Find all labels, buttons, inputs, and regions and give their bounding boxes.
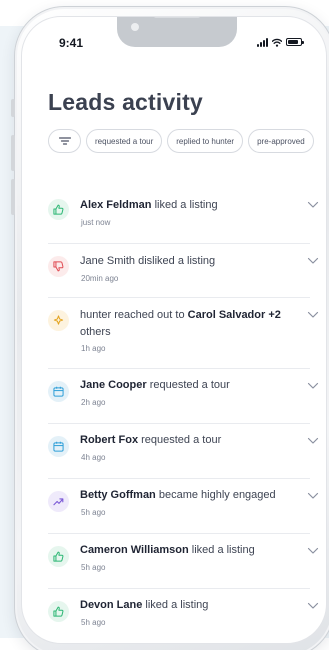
- phone-screen: 9:41 Leads activity requested a tour rep…: [21, 16, 327, 644]
- activity-time: 1h ago: [81, 344, 106, 353]
- cellular-signal-icon: [257, 37, 268, 47]
- activity-time: just now: [81, 218, 111, 227]
- activity-icon-badge: [48, 310, 69, 331]
- activity-item[interactable]: hunter reached out to Carol Salvador +2 …: [48, 298, 319, 369]
- activity-item[interactable]: Jane Smith disliked a listing 20min ago: [48, 244, 319, 298]
- activity-list: Alex Feldman liked a listing just now Ja…: [48, 177, 319, 643]
- speaker-grille: [154, 17, 200, 18]
- activity-item[interactable]: Jane Cooper requested a tour 2h ago: [48, 369, 319, 424]
- volume-up-button: [11, 135, 15, 171]
- activity-text: Robert Fox requested a tour: [80, 434, 222, 446]
- activity-time: 2h ago: [81, 398, 106, 407]
- activity-item[interactable]: Robert Fox requested a tour 4h ago: [48, 424, 319, 479]
- activity-time: 5h ago: [81, 563, 106, 572]
- activity-time: 5h ago: [81, 618, 106, 627]
- chevron-down-icon[interactable]: [307, 257, 319, 265]
- chevron-down-icon[interactable]: [307, 492, 319, 500]
- activity-text: Jane Smith disliked a listing: [80, 255, 216, 267]
- calendar-icon: [53, 386, 64, 397]
- calendar-icon: [53, 441, 64, 452]
- activity-time: 4h ago: [81, 453, 106, 462]
- chevron-down-icon[interactable]: [307, 311, 319, 319]
- activity-icon-badge: [48, 436, 69, 457]
- wifi-icon: [272, 38, 282, 47]
- activity-item[interactable]: Devon Lane liked a listing 5h ago: [48, 589, 319, 643]
- volume-down-button: [11, 179, 15, 215]
- activity-item[interactable]: Betty Goffman became highly engaged 5h a…: [48, 479, 319, 534]
- chevron-down-icon[interactable]: [307, 547, 319, 555]
- activity-icon-badge: [48, 199, 69, 220]
- thumbs-up-icon: [53, 606, 64, 617]
- activity-time: 20min ago: [81, 274, 119, 283]
- filter-button[interactable]: [48, 129, 81, 153]
- activity-icon-badge: [48, 601, 69, 622]
- filter-chip-requested-tour[interactable]: requested a tour: [86, 129, 163, 153]
- filter-icon: [58, 137, 71, 145]
- activity-item[interactable]: Cameron Williamson liked a listing 5h ag…: [48, 534, 319, 589]
- activity-text: Devon Lane liked a listing: [80, 599, 209, 611]
- page-title: Leads activity: [48, 89, 203, 115]
- activity-text: hunter reached out to Carol Salvador +2 …: [80, 309, 281, 338]
- activity-text: Jane Cooper requested a tour: [80, 379, 230, 391]
- activity-text: Cameron Williamson liked a listing: [80, 544, 255, 556]
- activity-time: 5h ago: [81, 508, 106, 517]
- battery-icon: [286, 38, 304, 46]
- filter-chip-pre-approved[interactable]: pre-approved: [248, 129, 314, 153]
- activity-text: Betty Goffman became highly engaged: [80, 489, 276, 501]
- notch: [117, 17, 237, 47]
- chevron-down-icon[interactable]: [307, 602, 319, 610]
- filter-chip-replied-to-hunter[interactable]: replied to hunter: [167, 129, 244, 153]
- thumbs-down-icon: [53, 261, 64, 272]
- chevron-down-icon[interactable]: [307, 201, 319, 209]
- activity-icon-badge: [48, 491, 69, 512]
- mute-switch: [11, 99, 15, 117]
- filter-bar: requested a tour replied to hunter pre-a…: [48, 129, 314, 153]
- status-icons: [257, 37, 304, 47]
- sparkle-icon: [53, 315, 64, 325]
- thumbs-up-icon: [53, 204, 64, 215]
- chevron-down-icon[interactable]: [307, 382, 319, 390]
- activity-text: Alex Feldman liked a listing: [80, 199, 218, 211]
- status-time: 9:41: [59, 36, 84, 50]
- activity-item[interactable]: Alex Feldman liked a listing just now: [48, 177, 319, 244]
- trending-up-icon: [53, 498, 64, 506]
- activity-icon-badge: [48, 256, 69, 277]
- activity-icon-badge: [48, 546, 69, 567]
- chevron-down-icon[interactable]: [307, 437, 319, 445]
- camera-icon: [131, 23, 139, 31]
- thumbs-up-icon: [53, 551, 64, 562]
- activity-icon-badge: [48, 381, 69, 402]
